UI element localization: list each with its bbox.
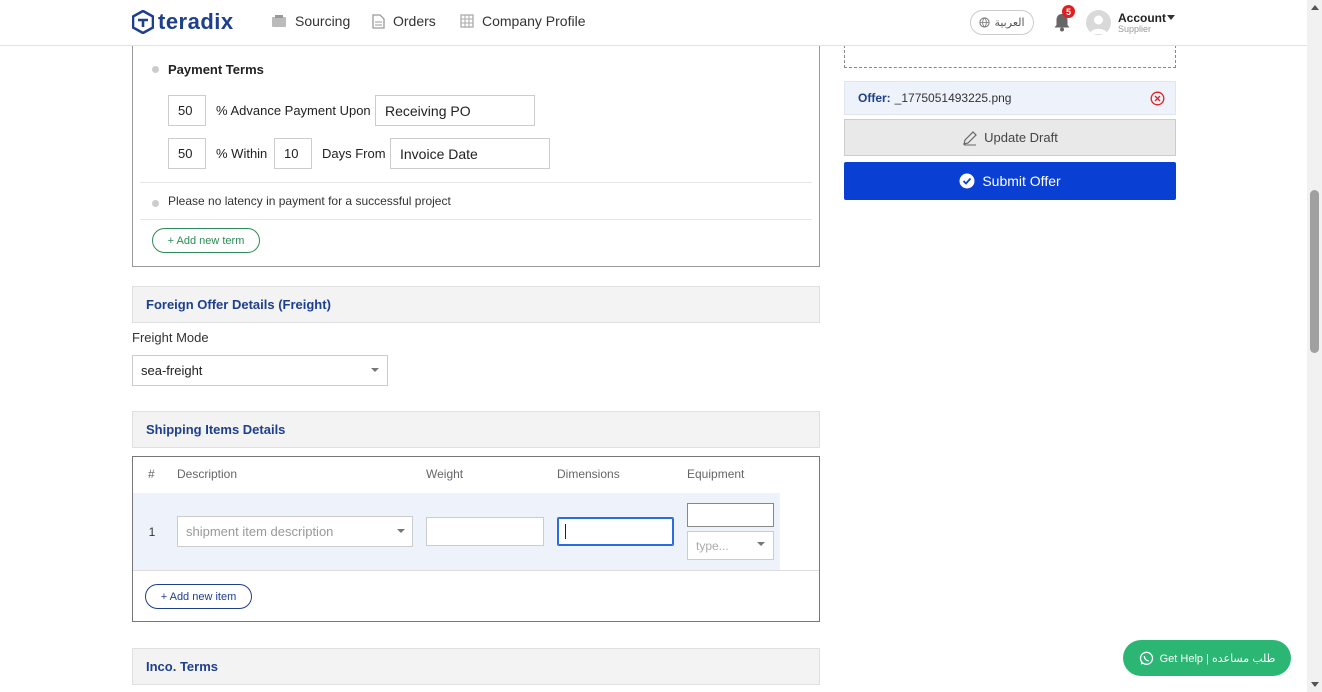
globe-icon	[979, 17, 991, 28]
freight-mode-select[interactable]: sea-freight	[132, 355, 388, 386]
language-label: العربية	[994, 17, 1025, 29]
advance-upon-select[interactable]: Receiving PO	[375, 95, 535, 126]
equipment-quantity-input[interactable]	[687, 503, 774, 527]
whatsapp-icon	[1139, 651, 1153, 665]
within-label: % Within	[216, 146, 268, 161]
logo-text: teradix	[158, 9, 234, 34]
check-circle-icon	[959, 173, 975, 189]
equipment-placeholder: type...	[696, 538, 729, 553]
account-title[interactable]: Account	[1118, 11, 1166, 25]
row-index: 1	[133, 493, 171, 570]
teradix-logo-icon	[132, 10, 154, 34]
add-new-term-button[interactable]: + Add new term	[152, 228, 260, 253]
get-help-label: Get Help | طلب مساعده	[1159, 652, 1276, 665]
column-header-dimensions: Dimensions	[557, 467, 620, 481]
divider	[140, 219, 812, 220]
top-navbar: teradix Sourcing Orders Company Profile …	[0, 0, 1307, 46]
avatar[interactable]	[1086, 10, 1111, 35]
chevron-down-icon	[397, 529, 405, 533]
account-role: Supplier	[1118, 24, 1152, 34]
nav-sourcing-label: Sourcing	[295, 13, 351, 29]
column-header-index: #	[148, 467, 155, 481]
account-dropdown-icon[interactable]	[1167, 15, 1175, 20]
chevron-down-icon	[371, 368, 379, 372]
notification-badge: 5	[1062, 5, 1075, 18]
scroll-up-icon[interactable]	[1311, 5, 1319, 10]
scroll-down-icon[interactable]	[1311, 682, 1319, 687]
days-from-select[interactable]: Invoice Date	[390, 138, 550, 169]
column-header-description: Description	[177, 467, 238, 481]
freight-mode-label: Freight Mode	[132, 330, 209, 345]
offer-file-label: Offer:	[858, 91, 891, 105]
teradix-logo[interactable]: teradix	[132, 9, 234, 35]
sourcing-icon	[272, 15, 286, 27]
text-cursor	[565, 524, 566, 539]
nav-orders-label: Orders	[393, 13, 436, 29]
nav-orders[interactable]: Orders	[372, 13, 436, 29]
column-header-equipment: Equipment	[687, 467, 745, 481]
company-icon	[460, 14, 474, 28]
page-scrollbar[interactable]	[1307, 0, 1322, 692]
divider	[133, 570, 819, 571]
payment-terms-title: Payment Terms	[168, 62, 264, 77]
bullet-icon	[152, 66, 159, 73]
pencil-icon	[963, 130, 977, 145]
shipping-section-header: Shipping Items Details	[132, 411, 820, 448]
scroll-thumb[interactable]	[1310, 190, 1319, 353]
days-from-label: Days From	[322, 146, 386, 161]
within-percent-input[interactable]: 50	[168, 138, 206, 169]
remove-file-icon[interactable]	[1150, 91, 1165, 106]
column-header-weight: Weight	[426, 467, 464, 481]
dimensions-input[interactable]	[557, 517, 674, 546]
advance-payment-label: % Advance Payment Upon	[216, 103, 371, 118]
weight-input[interactable]	[426, 517, 544, 546]
offer-file-name[interactable]: _1775051493225.png	[895, 91, 1012, 105]
submit-offer-label: Submit Offer	[982, 173, 1061, 189]
language-switch-button[interactable]: العربية	[970, 10, 1034, 35]
document-icon	[372, 13, 385, 29]
divider	[140, 182, 812, 183]
chevron-down-icon	[757, 542, 765, 546]
payment-note: Please no latency in payment for a succe…	[168, 194, 451, 208]
inco-terms-section-header: Inco. Terms	[132, 648, 820, 685]
bullet-icon	[152, 200, 159, 207]
days-input[interactable]: 10	[274, 138, 312, 169]
description-placeholder: shipment item description	[186, 524, 334, 539]
update-draft-label: Update Draft	[984, 130, 1058, 145]
user-avatar-icon	[1090, 15, 1107, 34]
add-new-item-button[interactable]: + Add new item	[145, 584, 252, 609]
nav-company-profile[interactable]: Company Profile	[460, 13, 586, 29]
get-help-button[interactable]: Get Help | طلب مساعده	[1123, 640, 1291, 676]
freight-mode-value: sea-freight	[141, 363, 203, 378]
update-draft-button[interactable]: Update Draft	[844, 119, 1176, 156]
submit-offer-button[interactable]: Submit Offer	[844, 162, 1176, 200]
nav-sourcing[interactable]: Sourcing	[271, 13, 350, 29]
shipment-description-select[interactable]: shipment item description	[177, 516, 413, 547]
advance-percent-input[interactable]: 50	[168, 95, 206, 126]
offer-file-item: Offer: _1775051493225.png	[844, 81, 1176, 115]
freight-section-header: Foreign Offer Details (Freight)	[132, 286, 820, 323]
nav-company-profile-label: Company Profile	[482, 13, 586, 29]
